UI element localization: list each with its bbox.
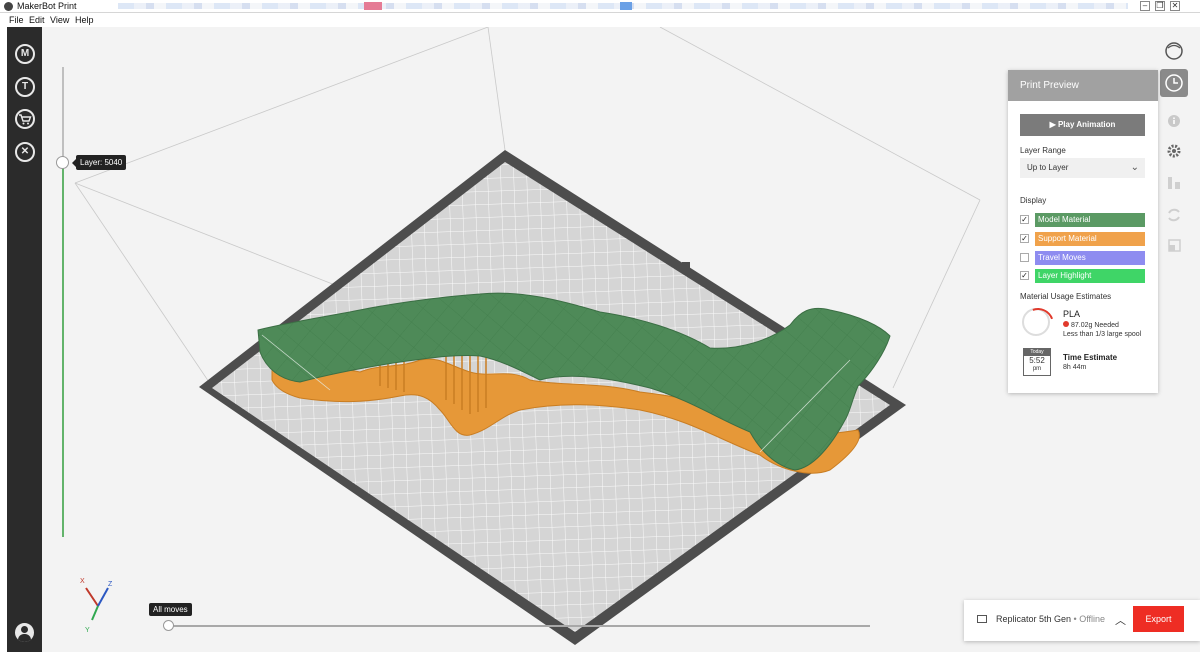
arrange-icon[interactable] [1160,169,1188,197]
layer-slider-handle[interactable] [56,156,69,169]
axis-z-label: Z [108,581,113,588]
travel-moves-label: Travel Moves [1035,251,1145,265]
printer-bar: Replicator 5th Gen • Offline ︿ Export [964,600,1200,641]
material-needed-value: 87.02g Needed [1071,322,1119,329]
minimize-button[interactable]: – [1140,1,1150,11]
taskbar-highlight-blue [620,2,632,10]
chevron-down-icon: ⌄ [1130,162,1139,173]
tools-icon[interactable]: ✕ [15,142,35,162]
display-label: Display [1020,196,1047,205]
printer-selector[interactable]: Replicator 5th Gen • Offline [996,614,1105,624]
material-usage-label: Material Usage Estimates [1020,292,1112,301]
display-layer-highlight[interactable]: ✓ Layer Highlight [1020,269,1145,283]
layer-range-value: Up to Layer [1027,163,1069,172]
time-estimate-value: 8h 44m [1063,364,1087,371]
export-button[interactable]: Export [1133,606,1184,632]
menu-edit[interactable]: Edit [29,15,45,25]
printer-status: Offline [1079,614,1106,624]
maximize-button[interactable]: ❐ [1155,1,1165,11]
title-bar: MakerBot Print – ❐ ✕ [0,0,1200,13]
menu-file[interactable]: File [9,15,24,25]
layer-range-label: Layer Range [1020,146,1066,155]
axis-y-label: Y [85,627,90,634]
support-material-checkbox[interactable]: ✓ [1020,234,1029,243]
moves-slider-handle[interactable] [163,620,174,631]
settings-gear-icon[interactable] [1160,137,1188,165]
axis-x-label: X [80,578,85,585]
printer-name: Replicator 5th Gen [996,614,1072,624]
display-support-material[interactable]: ✓ Support Material [1020,232,1145,246]
calendar-ampm: pm [1032,366,1042,372]
play-icon: ▶ [1049,120,1058,129]
account-avatar-icon[interactable] [15,623,34,642]
play-animation-button[interactable]: ▶ Play Animation [1020,114,1145,136]
support-material-label: Support Material [1035,232,1145,246]
scale-icon[interactable] [1160,231,1188,259]
material-needed: 87.02g Needed [1063,321,1119,329]
spool-note: Less than 1/3 large spool [1063,331,1142,338]
right-toolbar [1159,33,1189,263]
moves-tooltip: All moves [149,603,192,616]
model-material-label: Model Material [1035,213,1145,227]
print-preview-panel: Print Preview ▶ Play Animation Layer Ran… [1008,70,1158,393]
printer-icon [977,615,987,623]
window-title: MakerBot Print [17,1,77,11]
menu-bar: File Edit View Help [0,13,1200,27]
layer-highlight-checkbox[interactable]: ✓ [1020,271,1029,280]
left-sidebar: M T ✕ [7,27,42,652]
view-cube-icon[interactable] [1160,37,1188,65]
axes-gizmo: X Z Y [80,578,113,634]
calendar-time: 5:52 [1029,356,1045,365]
play-animation-label: Play Animation [1057,120,1116,129]
warning-dot-icon [1063,321,1069,327]
time-estimate-title: Time Estimate [1063,353,1118,362]
chevron-up-icon[interactable]: ︿ [1115,612,1126,628]
calendar-icon: Today 5:52 pm [1023,348,1051,376]
calendar-day: Today [1024,349,1050,356]
spool-usage-icon [1022,308,1050,336]
info-icon[interactable] [1160,107,1188,135]
travel-moves-checkbox[interactable] [1020,253,1029,262]
makerbot-logo-icon[interactable]: M [15,44,35,64]
printer-separator: • [1071,614,1080,624]
print-preview-icon[interactable] [1160,69,1188,97]
taskbar-highlight [364,2,382,10]
layer-range-select[interactable]: Up to Layer ⌄ [1020,158,1145,178]
store-cart-icon[interactable] [15,109,35,129]
menu-view[interactable]: View [50,15,69,25]
moves-slider-track[interactable] [168,625,870,627]
layer-slider-fill [62,162,64,537]
menu-help[interactable]: Help [75,15,94,25]
layer-highlight-label: Layer Highlight [1035,269,1145,283]
makerbot-app-icon [4,2,13,11]
window-left-edge [0,27,7,652]
display-model-material[interactable]: ✓ Model Material [1020,213,1145,227]
panel-title: Print Preview [1008,70,1158,101]
close-button[interactable]: ✕ [1170,1,1180,11]
rotate-icon[interactable] [1160,201,1188,229]
thingiverse-icon[interactable]: T [15,77,35,97]
layer-tooltip: Layer: 5040 [71,155,127,170]
model-material-checkbox[interactable]: ✓ [1020,215,1029,224]
material-name: PLA [1063,309,1081,319]
display-travel-moves[interactable]: Travel Moves [1020,251,1145,265]
